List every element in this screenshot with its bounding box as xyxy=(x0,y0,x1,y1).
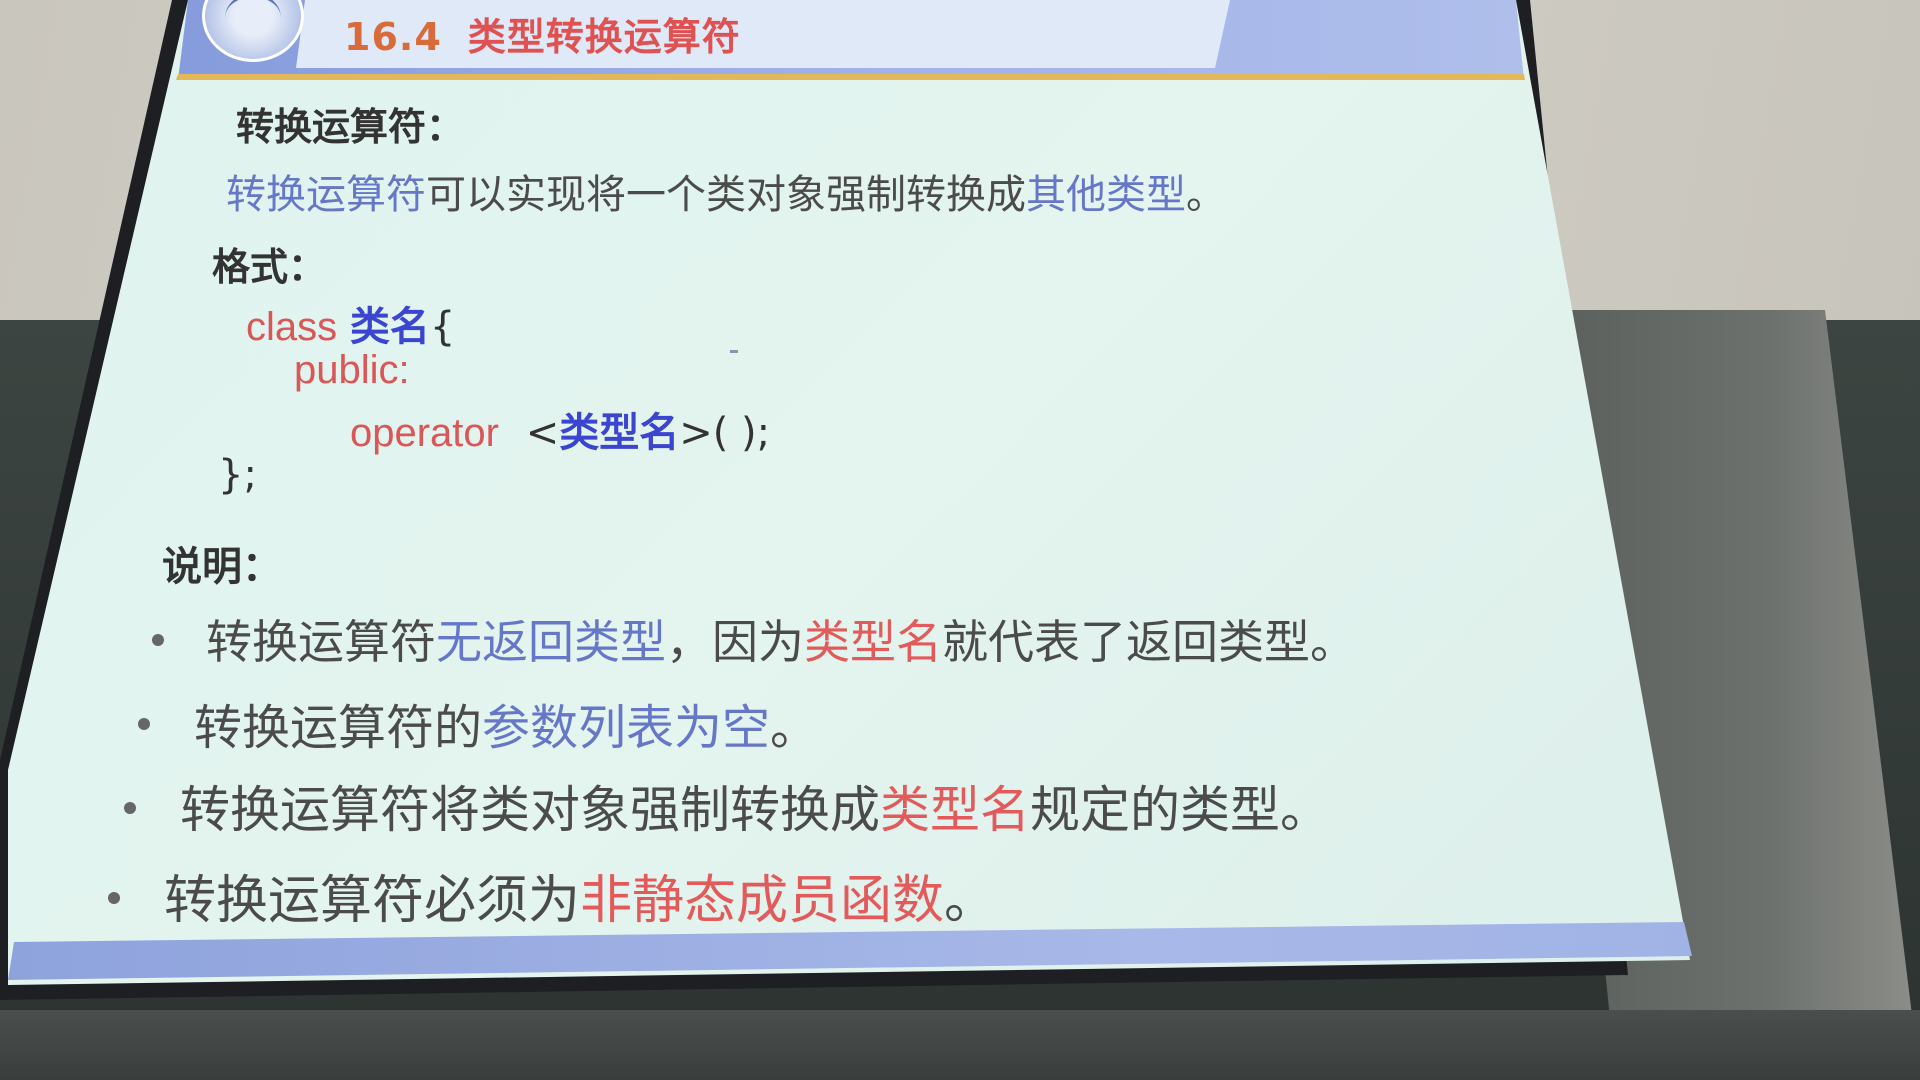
note-seg: 。 xyxy=(770,700,819,756)
code-keyword-operator: operator xyxy=(350,411,499,455)
note-seg: 。 xyxy=(944,871,997,931)
note-bullet-2: 转换运算符的参数列表为空。 xyxy=(194,688,818,758)
note-bullet-3: 转换运算符将类对象强制转换成类型名规定的类型。 xyxy=(180,770,1330,842)
note-seg: 转换运算符的 xyxy=(194,700,483,756)
code-line-1: class 类名{ xyxy=(246,294,455,352)
slide-title-number: 16.4 xyxy=(344,15,442,59)
slide-title: 16.4 类型转换运算符 xyxy=(344,6,741,61)
notes-heading: 说明： xyxy=(162,544,282,590)
note-seg: 类型名 xyxy=(804,615,942,669)
note-seg: ，因为 xyxy=(666,615,804,669)
note-seg: 规定的类型。 xyxy=(1030,781,1330,839)
note-seg: 转换运算符将类对象强制转换成 xyxy=(180,781,880,839)
note-bullet-4: 转换运算符必须为非静态成员函数。 xyxy=(164,858,996,933)
code-angle-open: < xyxy=(525,410,560,456)
note-seg: 无返回类型 xyxy=(436,615,666,669)
code-tail: >( ); xyxy=(679,410,771,456)
code-class-name: 类名 xyxy=(349,304,430,350)
code-line-2: public: xyxy=(294,348,410,392)
bullet-dot xyxy=(152,634,164,646)
slide-title-text: 类型转换运算符 xyxy=(467,15,741,59)
note-seg: 参数列表为空 xyxy=(482,700,771,756)
code-keyword-class: class xyxy=(246,305,338,349)
code-brace: { xyxy=(429,304,456,350)
bullet-dot xyxy=(138,718,150,730)
desc-seg: 转换运算符 xyxy=(226,172,426,218)
projection-speck xyxy=(730,350,738,353)
desc-seg: 其他类型 xyxy=(1026,172,1186,218)
code-type-name: 类型名 xyxy=(559,410,680,456)
note-seg: 转换运算符 xyxy=(206,615,436,669)
board-ledge xyxy=(0,1010,1920,1080)
bullet-dot xyxy=(108,892,120,904)
note-seg: 就代表了返回类型。 xyxy=(942,615,1356,669)
desc-seg: 可以实现将一个类对象强制转换成 xyxy=(426,172,1026,218)
conversion-heading: 转换运算符： xyxy=(236,105,465,149)
note-seg: 转换运算符必须为 xyxy=(164,871,581,931)
bullet-dot xyxy=(124,802,136,814)
code-line-3: operator <类型名>( ); xyxy=(350,400,770,458)
conversion-description: 转换运算符可以实现将一个类对象强制转换成其他类型。 xyxy=(226,162,1226,220)
note-seg: 非静态成员函数 xyxy=(580,871,945,931)
code-line-4: }; xyxy=(218,452,257,498)
desc-seg: 。 xyxy=(1186,172,1226,218)
note-seg: 类型名 xyxy=(880,781,1030,839)
format-heading: 格式： xyxy=(212,245,327,289)
note-bullet-1: 转换运算符无返回类型，因为类型名就代表了返回类型。 xyxy=(206,606,1356,672)
